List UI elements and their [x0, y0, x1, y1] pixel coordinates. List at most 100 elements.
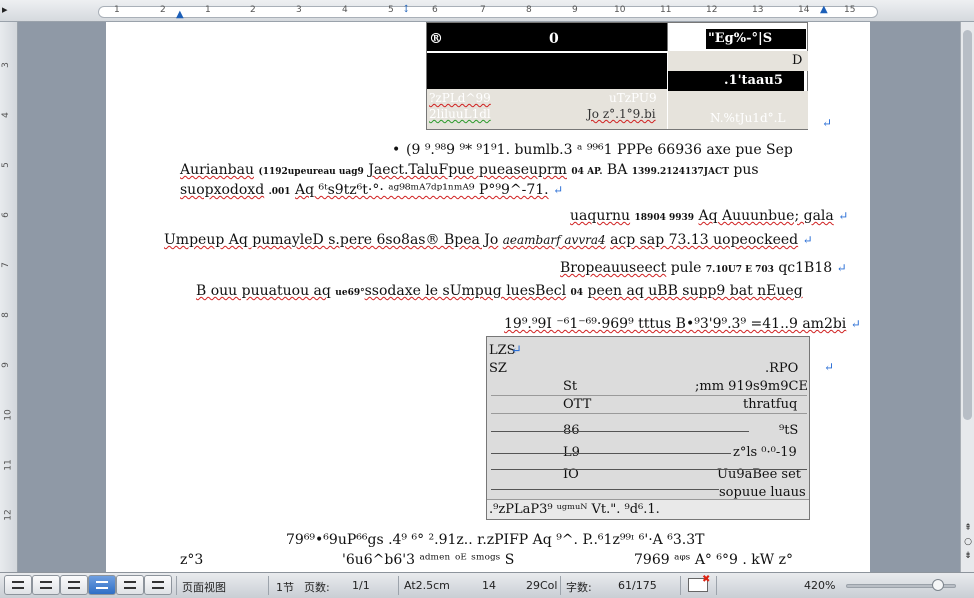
text-line[interactable]: 79⁶⁹•⁶9uP⁶⁶gs .4⁹ ⁶° ².91z.. r.zPIFP Aq … — [286, 532, 704, 548]
table-cell[interactable]: SZ — [489, 361, 507, 376]
table-cell[interactable]: .1'taau5 — [668, 71, 804, 91]
table-cell[interactable]: D — [668, 51, 808, 71]
table-cell[interactable]: St — [563, 379, 577, 394]
text-line[interactable]: uaqurnu 18904 9939 Aq Auuunbue; gala ↵ — [570, 208, 848, 224]
scrollbar-thumb[interactable] — [963, 30, 972, 420]
ruler-tick: 11 — [660, 5, 672, 15]
tab-stop-selector-icon[interactable]: ▸ — [2, 3, 18, 19]
vertical-scrollbar[interactable]: ⇞ ○ ⇟ — [960, 22, 974, 572]
paragraph-mark-icon: ↵ — [511, 343, 522, 358]
ruler-tick: 10 — [614, 5, 626, 15]
table-rule — [491, 431, 749, 432]
table-rule — [491, 453, 731, 454]
table-cell[interactable]: N.%tJu1d°.L — [668, 91, 808, 129]
table-cell[interactable]: sopuue luaus — [719, 485, 806, 500]
vruler-tick: 3 — [0, 62, 11, 68]
text-line[interactable]: (9 ⁹.⁹⁸9 ⁹* ⁹1⁹1. bumlb.3 ᵃ ⁹⁹⁶1 PPPe 66… — [406, 142, 793, 158]
vruler-tick: 5 — [0, 162, 11, 168]
pages-label: 页数: — [304, 581, 330, 594]
vruler-tick: 6 — [0, 212, 11, 218]
ruler-tick: 3 — [296, 5, 302, 15]
ruler-tick: 8 — [526, 5, 532, 15]
document-page[interactable]: ® 0 "Eg%-°|S D .1'taau5 ?zPLd^99 uTzPU9 … — [106, 22, 870, 572]
page-count: 1/1 — [352, 579, 370, 592]
document-canvas[interactable]: ® 0 "Eg%-°|S D .1'taau5 ?zPLd^99 uTzPU9 … — [18, 22, 960, 572]
paragraph-mark-icon: ↵ — [850, 317, 861, 331]
next-page-icon[interactable]: ⇟ — [962, 550, 974, 562]
table-cell[interactable]: z°ls ⁰·⁰-19 — [733, 445, 797, 460]
line-number: 14 — [482, 579, 496, 592]
ruler-tick: 6 — [432, 5, 438, 15]
text-line[interactable]: Umpeup Aq pumayleD s.pere 6so8as® Bpea J… — [164, 232, 813, 248]
text-line[interactable]: suopxodoxd .001 Aq ⁶ᵗs9tz⁶t·°· ᵃᵍ⁹⁸ᵐᴬ⁷ᵈᵖ… — [180, 182, 563, 198]
ruler-tick: 2 — [250, 5, 256, 15]
text-line[interactable]: Bropeauuseect pule 7.10U7 E 703 qc1B18 ↵ — [560, 260, 847, 276]
bullet-glyph: • — [392, 142, 401, 158]
table-cell[interactable]: ;mm 919s9m9CE — [695, 379, 808, 394]
spelling-check-icon[interactable]: ✖ — [688, 575, 710, 592]
column-number: 29Col — [526, 579, 558, 592]
browse-object-icon[interactable]: ○ — [962, 536, 974, 548]
vertical-ruler[interactable]: 3 4 5 6 7 8 9 10 11 12 — [0, 22, 18, 572]
ruler-tick: 2 — [160, 5, 166, 15]
full-screen-view-button[interactable] — [144, 575, 172, 595]
vruler-tick: 12 — [3, 509, 14, 521]
ruler-tick: 12 — [706, 5, 718, 15]
table-rule — [491, 489, 719, 490]
position-at: At2.5cm — [404, 579, 450, 592]
tab-marker-icon[interactable]: ↕ — [402, 4, 410, 15]
table-cell[interactable]: thratfuq — [743, 397, 797, 412]
paragraph-mark-icon: ↵ — [824, 360, 835, 374]
vruler-tick: 8 — [0, 312, 11, 318]
text-line[interactable]: B ouu puuatuou aq ue69°ssodaxe le sUmpug… — [196, 283, 803, 299]
publishing-view-button[interactable] — [60, 575, 88, 595]
table-cell[interactable]: OTT — [563, 397, 591, 412]
horizontal-ruler[interactable]: ▸ 1 2 ▲ 1 2 3 4 5 ↕ 6 7 8 9 10 11 12 13 … — [0, 0, 974, 22]
table-footer-row[interactable]: .⁹zPLaP3⁹ ᵘᵍᵐᵘᴺ Vt.". ⁹d⁶.1. — [487, 499, 809, 519]
notebook-view-button[interactable] — [116, 575, 144, 595]
table-rule — [491, 413, 807, 414]
table-rule — [491, 395, 807, 396]
ruler-tick: 5 — [388, 5, 394, 15]
section-indicator: 1节 — [276, 581, 294, 594]
outline-view-button[interactable] — [32, 575, 60, 595]
paragraph-mark-icon: ↵ — [802, 233, 813, 247]
draft-view-button[interactable] — [4, 575, 32, 595]
right-indent-marker-icon[interactable]: ▲ — [820, 4, 828, 15]
text-line[interactable]: '6u6^b6'3 ᵃᵈᵐᵉⁿ ᵒᴱ ˢᵐᵒᵍˢ S — [342, 552, 514, 568]
table-cell[interactable]: ?zPLd^99 uTzPU9 2liluuL1dl Jo z°.1°9.bi — [427, 89, 667, 129]
left-indent-marker-icon[interactable]: ▲ — [176, 9, 184, 20]
paragraph-mark-icon: ↵ — [836, 261, 847, 275]
words-label: 字数: — [566, 581, 592, 594]
text-line[interactable]: 7969 ᵃᵠˢ A° ⁶°9 . kW z° — [634, 552, 793, 568]
text-line[interactable]: Aurianbau (1192upeureau uag9 Jaect.TaluF… — [180, 162, 759, 178]
view-mode-label: 页面视图 — [182, 581, 226, 594]
table-cell[interactable]: ® 0 — [427, 23, 667, 51]
zoom-slider-knob[interactable] — [932, 579, 944, 591]
vruler-tick: 11 — [3, 459, 14, 471]
ruler-tick: 1 — [205, 5, 211, 15]
top-table[interactable]: ® 0 "Eg%-°|S D .1'taau5 ?zPLd^99 uTzPU9 … — [426, 22, 808, 130]
text-line[interactable]: z°3 — [180, 552, 203, 568]
ruler-tick: 1 — [114, 5, 120, 15]
previous-page-icon[interactable]: ⇞ — [962, 522, 974, 534]
table-cell[interactable]: "Eg%-°|S — [667, 23, 807, 51]
vruler-tick: 9 — [0, 362, 11, 368]
table-cell[interactable]: ⁹tS — [779, 423, 798, 438]
vruler-tick: 7 — [0, 262, 11, 268]
table-cell[interactable] — [427, 53, 667, 89]
word-count: 61/175 — [618, 579, 657, 592]
text-line[interactable]: 19⁹.⁹9I ⁻⁶1⁻⁶⁹·969⁹ tttus B•⁹3'9⁹.3⁹ =41… — [504, 316, 861, 332]
paragraph-mark-icon: ↵ — [553, 183, 564, 197]
paragraph-mark-icon: ↵ — [838, 209, 849, 223]
zoom-level: 420% — [804, 579, 836, 592]
ruler-tick: 7 — [480, 5, 486, 15]
ruler-tick: 15 — [844, 5, 856, 15]
table-cell[interactable]: .RPO — [765, 361, 798, 376]
data-table[interactable]: LZS ↵ SZ .RPO St ;mm 919s9m9CE OTT thrat… — [486, 336, 810, 520]
paragraph-mark-icon: ↵ — [822, 116, 833, 130]
table-rule — [491, 469, 807, 470]
ruler-tick: 13 — [752, 5, 764, 15]
ruler-tick: 4 — [342, 5, 348, 15]
print-layout-view-button[interactable] — [88, 575, 116, 595]
